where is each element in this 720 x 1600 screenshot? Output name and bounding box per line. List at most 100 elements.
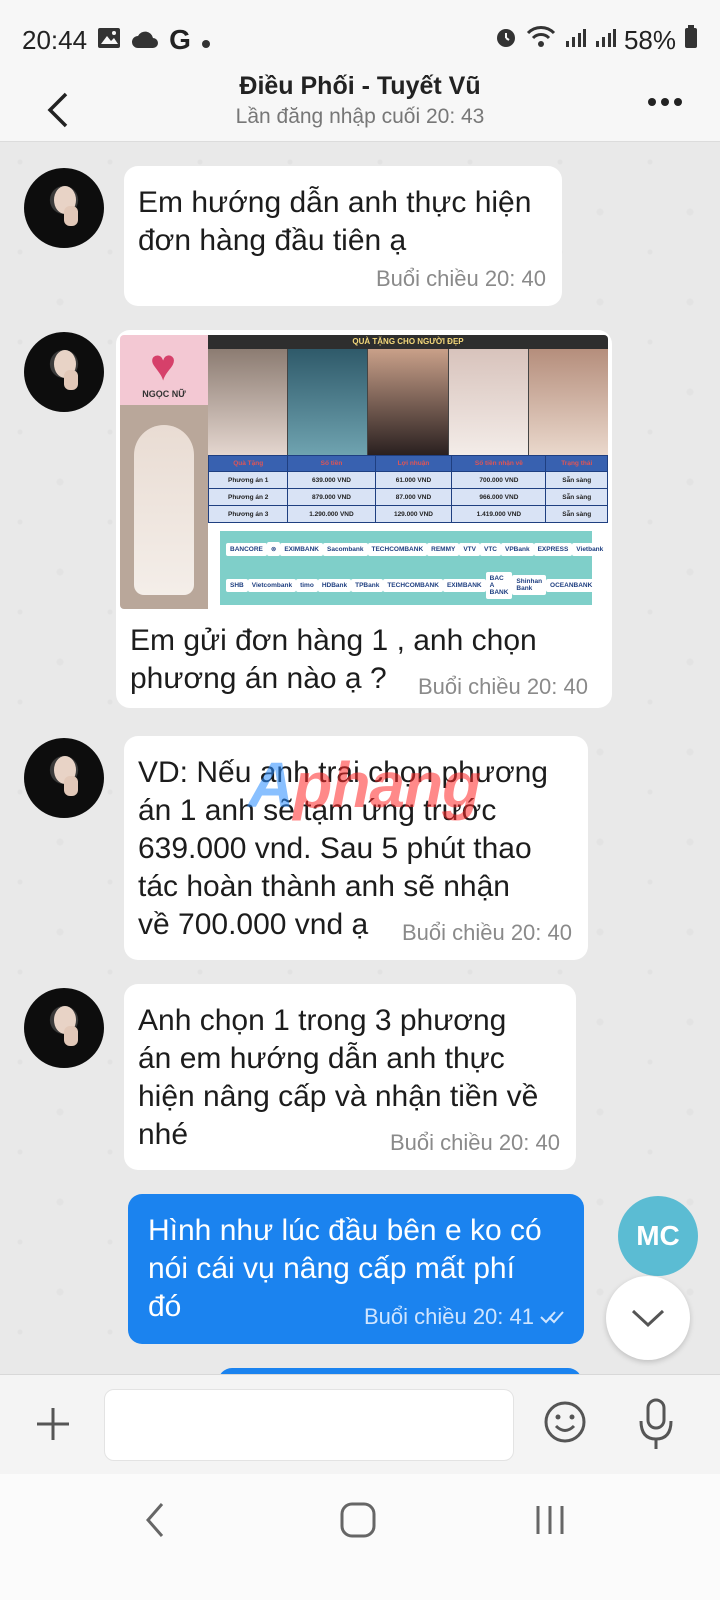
watermark: Aphang bbox=[248, 748, 481, 822]
double-check-icon bbox=[540, 1311, 564, 1324]
alarm-icon bbox=[494, 25, 518, 56]
message-time: Buổi chiều 20: 40 bbox=[375, 266, 546, 291]
message-time: Buổi chiều 20: 41 bbox=[364, 1304, 566, 1330]
promo-table-cell: 129.000 VND bbox=[374, 505, 453, 523]
system-nav-bar bbox=[0, 1474, 720, 1600]
bank-logo: BAC A BANK bbox=[485, 571, 513, 599]
message-time-text: Buổi chiều 20: 41 bbox=[363, 1304, 534, 1329]
promo-table-cell: 1.419.000 VND bbox=[451, 505, 547, 523]
bank-logo: VTC bbox=[480, 542, 501, 556]
nav-recents-button[interactable] bbox=[530, 1502, 580, 1542]
message-time: Buổi chiều 20: 40 bbox=[389, 1130, 560, 1155]
message-time: Buổi chiều 20: 40 bbox=[417, 674, 588, 699]
chat-header: Điều Phối - Tuyết Vũ Lần đăng nhập cuối … bbox=[0, 72, 720, 142]
wifi-icon bbox=[526, 25, 556, 56]
promo-table-cell: 639.000 VND bbox=[287, 471, 376, 489]
nav-back-button[interactable] bbox=[140, 1498, 180, 1548]
heart-icon: ♥ bbox=[149, 341, 177, 390]
scroll-to-bottom-button[interactable] bbox=[606, 1276, 690, 1360]
bank-logo: REMMY bbox=[427, 542, 460, 556]
message-input[interactable] bbox=[104, 1389, 514, 1461]
promo-table-cell: 1.290.000 VND bbox=[287, 505, 376, 523]
status-time: 20:44 bbox=[22, 24, 88, 55]
promo-table-header: Số tiền nhận về bbox=[451, 455, 547, 472]
chat-area[interactable]: Em hướng dẫn anh thực hiện đơn hàng đầu … bbox=[0, 142, 720, 1400]
contact-avatar[interactable] bbox=[24, 168, 104, 248]
microphone-icon bbox=[639, 1398, 673, 1449]
message-time: Buổi chiều 20: 40 bbox=[401, 920, 572, 945]
incoming-message[interactable]: Em hướng dẫn anh thực hiện đơn hàng đầu … bbox=[124, 166, 562, 306]
google-g-icon: G bbox=[169, 24, 191, 55]
more-options-button[interactable] bbox=[640, 80, 690, 124]
contact-name: Điều Phối - Tuyết Vũ bbox=[239, 72, 481, 100]
attach-button[interactable] bbox=[30, 1401, 76, 1447]
cloud-icon bbox=[131, 25, 159, 56]
watermark-part2: phang bbox=[293, 749, 481, 821]
promo-logo-panel: ♥ NGỌC NỮ bbox=[120, 335, 208, 609]
bank-logo: HDBank bbox=[317, 578, 352, 592]
bank-logo: TECHCOMBANK bbox=[383, 578, 443, 592]
promo-banner: QUÀ TẶNG CHO NGƯỜI ĐẸP bbox=[208, 335, 608, 349]
promo-table-cell: Phương án 3 bbox=[207, 505, 289, 523]
bank-logo: Vietbank bbox=[572, 542, 608, 556]
nav-home-button[interactable] bbox=[338, 1500, 378, 1544]
promo-image[interactable]: ♥ NGỌC NỮ QUÀ TẶNG CHO NGƯỜI ĐẸP Quà Tặn… bbox=[120, 335, 608, 609]
promo-table-cell: 61.000 VND bbox=[374, 471, 453, 489]
promo-table: Quà Tặng Số tiền Lợi nhuận Số tiền nhận về T… bbox=[207, 455, 608, 523]
bank-logo: BANCORE bbox=[226, 542, 267, 556]
chevron-left-icon bbox=[47, 92, 68, 128]
contact-avatar[interactable] bbox=[24, 738, 104, 818]
promo-table-cell: 966.000 VND bbox=[451, 488, 547, 506]
plus-icon bbox=[37, 1408, 69, 1440]
chat-title-block[interactable]: Điều Phối - Tuyết Vũ Lần đăng nhập cuối … bbox=[140, 72, 580, 129]
last-seen: Lần đăng nhập cuối 20: 43 bbox=[235, 105, 485, 128]
dot-icon bbox=[201, 25, 211, 56]
promo-table-cell: 87.000 VND bbox=[374, 488, 453, 506]
promo-table-cell: Sẵn sàng bbox=[545, 505, 608, 523]
promo-table-cell: Sẵn sàng bbox=[545, 488, 608, 506]
status-bar: 20:44 G 58% bbox=[0, 0, 720, 80]
model-photo bbox=[448, 349, 529, 455]
model-photo bbox=[134, 425, 194, 595]
model-photo bbox=[208, 349, 289, 455]
signal-icon bbox=[594, 25, 616, 56]
voice-record-button[interactable] bbox=[636, 1397, 676, 1451]
back-button[interactable] bbox=[38, 80, 78, 140]
promo-table-header: Quà Tặng bbox=[207, 455, 289, 472]
battery-icon bbox=[684, 24, 698, 56]
model-photo bbox=[368, 349, 449, 455]
message-input-bar bbox=[0, 1374, 720, 1474]
chevron-down-icon bbox=[631, 1309, 665, 1328]
user-avatar[interactable]: MC bbox=[618, 1196, 698, 1276]
promo-table-cell: 700.000 VND bbox=[451, 471, 547, 489]
watermark-part1: A bbox=[248, 749, 294, 821]
bank-logo: EXPRESS bbox=[533, 542, 573, 556]
nav-home-icon bbox=[340, 1502, 376, 1538]
image-icon bbox=[97, 25, 121, 56]
bank-logos: BANCORE ⊗ EXIMBANK Sacombank TECHCOMBANK REMM… bbox=[220, 531, 608, 605]
bank-logo: VTV bbox=[459, 542, 480, 556]
promo-table-row: Phương án 2 879.000 VND 87.000 VND 966.000 … bbox=[207, 488, 608, 506]
nav-back-icon bbox=[146, 1503, 164, 1537]
outgoing-message[interactable]: Hình như lúc đầu bên e ko có nói cái vụ … bbox=[128, 1194, 584, 1344]
bank-logo: Sacombank bbox=[323, 542, 368, 556]
promo-photo-strip bbox=[208, 349, 608, 455]
nav-recents-icon bbox=[536, 1506, 564, 1534]
bank-logo: Shinhan Bank bbox=[512, 575, 547, 595]
promo-table-row: Phương án 1 639.000 VND 61.000 VND 700.000 … bbox=[207, 471, 608, 489]
bank-logo: OCEANBANK bbox=[546, 578, 597, 592]
bank-logo: VPBank bbox=[501, 542, 534, 556]
model-photo bbox=[528, 349, 608, 455]
bank-logo: timo bbox=[296, 578, 318, 592]
bank-logo: ⊗ bbox=[266, 542, 281, 556]
emoji-button[interactable] bbox=[542, 1399, 588, 1445]
incoming-message[interactable]: Anh chọn 1 trong 3 phương án em hướng dẫ… bbox=[124, 984, 576, 1170]
bank-logo: Vietcombank bbox=[247, 578, 297, 592]
contact-avatar[interactable] bbox=[24, 988, 104, 1068]
promo-table-header: Lợi nhuận bbox=[374, 455, 453, 472]
bank-logo: EXIMBANK bbox=[442, 578, 486, 592]
promo-table-row: Phương án 3 1.290.000 VND 129.000 VND 1.419… bbox=[207, 505, 608, 523]
contact-avatar[interactable] bbox=[24, 332, 104, 412]
bank-logo: TECHCOMBANK bbox=[367, 542, 428, 556]
bank-logo: TPBank bbox=[351, 578, 384, 592]
